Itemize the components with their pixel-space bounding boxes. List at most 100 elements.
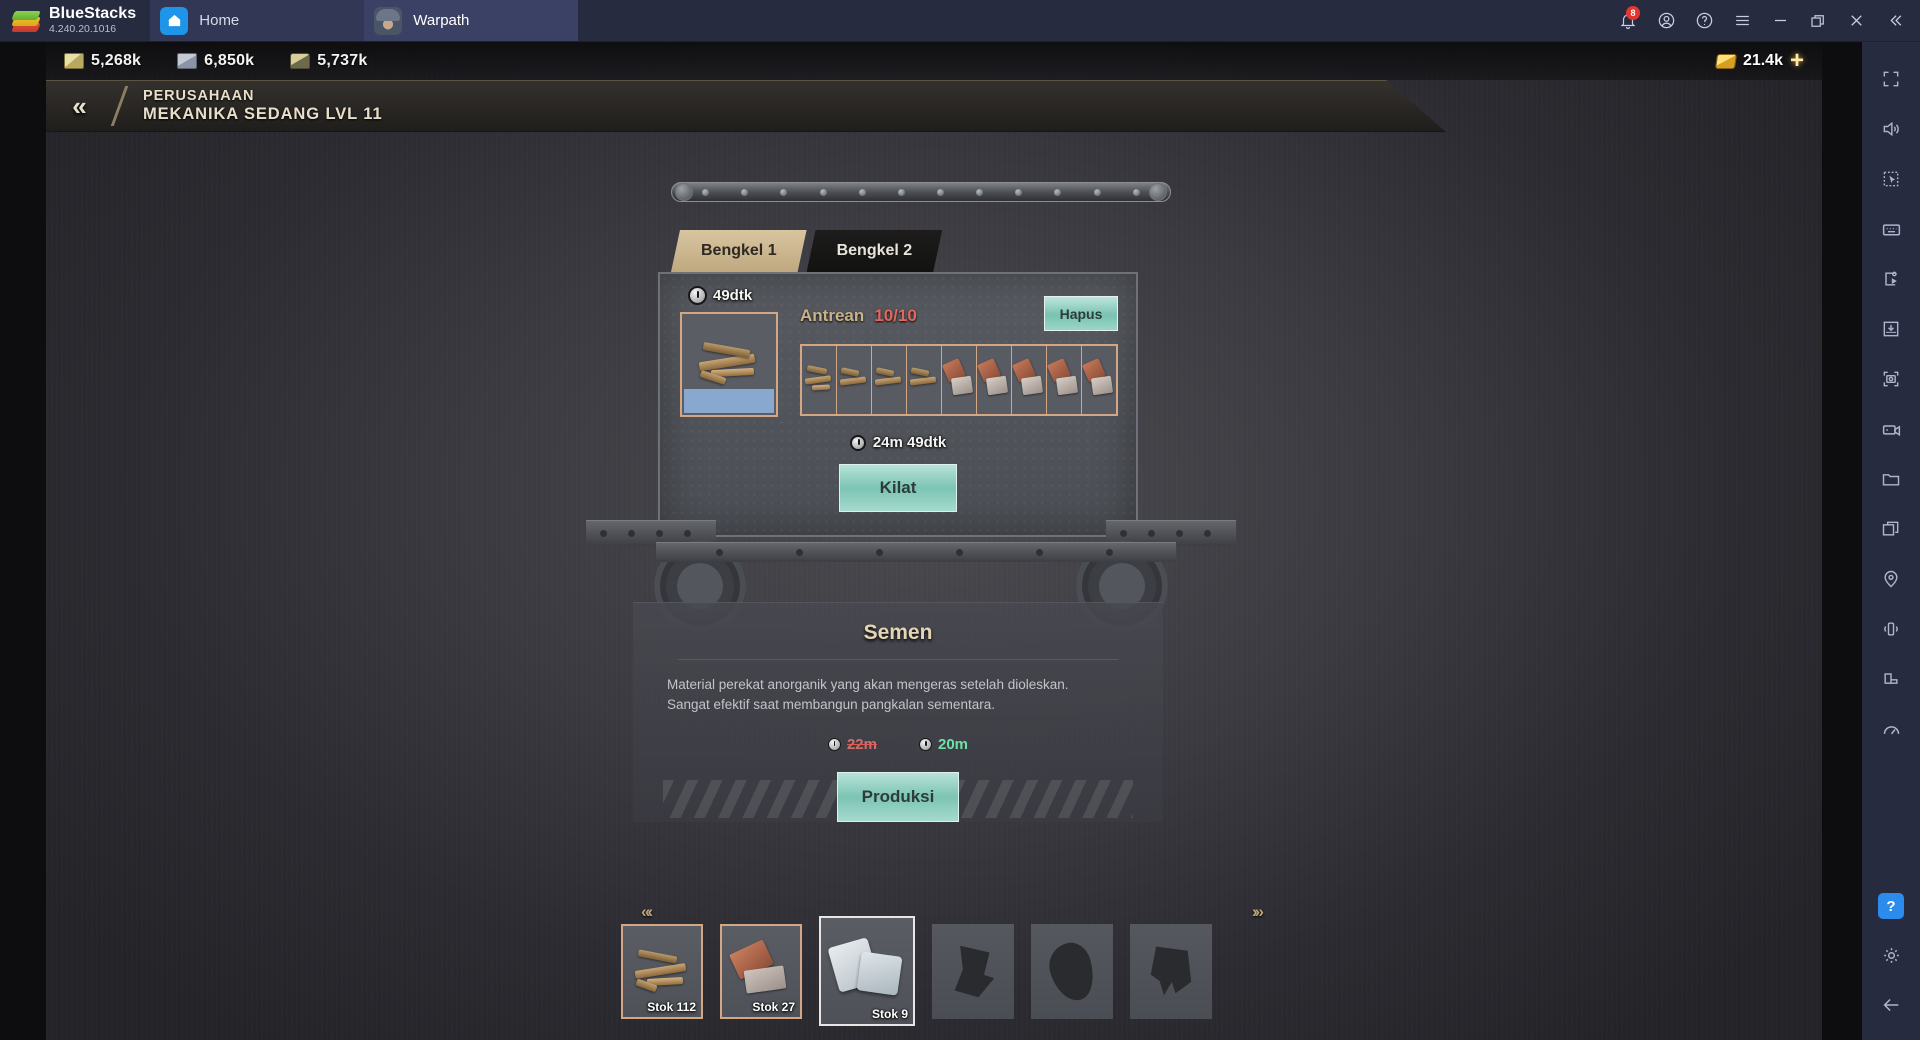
carousel-item-cement[interactable]: Stok 9 bbox=[819, 916, 915, 1026]
screenshot-icon[interactable] bbox=[1869, 354, 1913, 404]
volume-icon[interactable] bbox=[1869, 104, 1913, 154]
carousel-prev-button[interactable]: «‹ bbox=[641, 902, 653, 922]
shake-icon[interactable] bbox=[1869, 604, 1913, 654]
account-icon[interactable] bbox=[1648, 0, 1684, 42]
queue-slot[interactable] bbox=[942, 346, 977, 414]
record-video-icon[interactable] bbox=[1869, 404, 1913, 454]
queue-slot[interactable] bbox=[1012, 346, 1047, 414]
speedup-button[interactable]: Kilat bbox=[839, 464, 957, 512]
performance-icon[interactable] bbox=[1869, 704, 1913, 754]
carousel-item-locked-2[interactable] bbox=[1031, 924, 1113, 1019]
bluestacks-logo-icon bbox=[11, 8, 41, 34]
keyboard-controls-icon[interactable] bbox=[1869, 204, 1913, 254]
oil-icon bbox=[290, 53, 311, 69]
bluestacks-sidebar: ? bbox=[1862, 42, 1920, 1040]
tab-home-label: Home bbox=[199, 12, 240, 29]
tab-home[interactable]: Home bbox=[150, 0, 365, 41]
back-button[interactable]: « bbox=[46, 91, 110, 122]
total-time-row: 24m 49dtk bbox=[660, 434, 1136, 451]
resource-bar: 5,268k 6,850k 5,737k 21.4k + bbox=[46, 42, 1822, 80]
brand-version: 4.240.20.1016 bbox=[49, 22, 117, 35]
beam-mid-decoration bbox=[656, 542, 1176, 562]
queue-slot[interactable] bbox=[837, 346, 872, 414]
maximize-icon[interactable] bbox=[1800, 0, 1836, 42]
close-icon[interactable] bbox=[1838, 0, 1874, 42]
tab-warpath[interactable]: Warpath bbox=[364, 0, 579, 41]
gold-value: 21.4k bbox=[1742, 52, 1783, 69]
machine-rail-decoration bbox=[671, 182, 1171, 202]
reduced-time-value: 20m bbox=[938, 736, 969, 754]
resource-oil-value: 5,737k bbox=[317, 52, 368, 69]
original-time-value: 22m bbox=[846, 736, 877, 754]
queue-slot[interactable] bbox=[1082, 346, 1116, 414]
item-detail-panel: Semen Material perekat anorganik yang ak… bbox=[633, 602, 1163, 822]
tab-bengkel-1[interactable]: Bengkel 1 bbox=[671, 230, 807, 272]
back-arrow-icon[interactable] bbox=[1869, 980, 1913, 1030]
bluestacks-brand: BlueStacks 4.240.20.1016 bbox=[0, 0, 150, 41]
add-gold-button[interactable]: + bbox=[1790, 49, 1804, 73]
help-icon[interactable] bbox=[1686, 0, 1722, 42]
game-viewport: 5,268k 6,850k 5,737k 21.4k + « PERUSAHAA… bbox=[46, 42, 1822, 1040]
clock-icon bbox=[688, 286, 707, 305]
carousel-item-brick[interactable]: Stok 27 bbox=[720, 924, 802, 1019]
bluestacks-titlebar: BlueStacks 4.240.20.1016 Home Warpath 8 bbox=[0, 0, 1920, 42]
current-production-slot[interactable] bbox=[680, 312, 778, 417]
queue-slot[interactable] bbox=[1047, 346, 1082, 414]
minimize-icon[interactable] bbox=[1762, 0, 1798, 42]
settings-gear-icon[interactable] bbox=[1869, 930, 1913, 980]
steel-icon bbox=[177, 53, 198, 69]
total-timer-value: 24m 49dtk bbox=[872, 434, 947, 451]
page-title: MEKANIKA SEDANG LVL 11 bbox=[143, 104, 383, 123]
queue-slot[interactable] bbox=[907, 346, 942, 414]
clear-queue-button[interactable]: Hapus bbox=[1044, 296, 1118, 331]
notification-badge: 8 bbox=[1626, 5, 1640, 20]
brand-name: BlueStacks bbox=[49, 5, 137, 23]
location-icon[interactable] bbox=[1869, 554, 1913, 604]
reduced-time: 20m bbox=[919, 736, 968, 753]
resource-steel[interactable]: 6,850k bbox=[177, 52, 254, 70]
multi-instance-icon[interactable] bbox=[1869, 504, 1913, 554]
queue-slot[interactable] bbox=[977, 346, 1012, 414]
collapse-icon[interactable] bbox=[1876, 0, 1912, 42]
cash-icon bbox=[64, 53, 84, 69]
locked-silhouette-icon bbox=[932, 924, 1014, 1019]
carousel-item-locked-1[interactable] bbox=[932, 924, 1014, 1019]
current-item-timer: 49dtk bbox=[688, 286, 752, 305]
item-description-line-1: Material perekat anorganik yang akan men… bbox=[667, 677, 1069, 692]
workshop-tabs: Bengkel 1 Bengkel 2 bbox=[671, 230, 942, 272]
page-header: « PERUSAHAAN MEKANIKA SEDANG LVL 11 bbox=[46, 80, 1822, 132]
item-carousel: «‹ ›» Stok 112 Stok 27 Stok 9 bbox=[621, 902, 1281, 1039]
queue-count: 10/10 bbox=[874, 306, 917, 325]
locked-silhouette-icon bbox=[1130, 924, 1212, 1019]
queue-slot[interactable] bbox=[802, 346, 837, 414]
locked-silhouette-icon bbox=[1031, 924, 1113, 1019]
queue-slot[interactable] bbox=[872, 346, 907, 414]
carousel-item-locked-3[interactable] bbox=[1130, 924, 1212, 1019]
install-apk-icon[interactable] bbox=[1869, 304, 1913, 354]
item-description-line-2: Sangat efektif saat membangun pangkalan … bbox=[667, 697, 995, 713]
carousel-next-button[interactable]: ›» bbox=[1252, 902, 1264, 922]
game-avatar-icon bbox=[374, 6, 403, 35]
queue-header: Antrean 10/10 bbox=[800, 306, 917, 326]
craft-time-row: 22m 20m bbox=[633, 736, 1163, 753]
script-play-icon[interactable] bbox=[1869, 254, 1913, 304]
resource-cash[interactable]: 5,268k bbox=[64, 52, 141, 70]
original-time: 22m bbox=[827, 736, 877, 754]
resource-oil[interactable]: 5,737k bbox=[290, 52, 367, 70]
production-queue bbox=[800, 344, 1118, 416]
produce-button[interactable]: Produksi bbox=[837, 772, 959, 822]
tab-bengkel-2[interactable]: Bengkel 2 bbox=[807, 230, 943, 272]
queue-label: Antrean bbox=[800, 306, 865, 325]
gold-counter[interactable]: 21.4k + bbox=[1714, 49, 1804, 73]
fullscreen-icon[interactable] bbox=[1869, 54, 1913, 104]
menu-icon[interactable] bbox=[1724, 0, 1760, 42]
breadcrumb: PERUSAHAAN bbox=[143, 87, 255, 104]
carousel-item-wood[interactable]: Stok 112 bbox=[621, 924, 703, 1019]
help-icon[interactable]: ? bbox=[1878, 893, 1904, 919]
bell-icon[interactable]: 8 bbox=[1610, 0, 1646, 42]
clock-icon bbox=[849, 434, 866, 451]
media-folder-icon[interactable] bbox=[1869, 454, 1913, 504]
macro-cursor-icon[interactable] bbox=[1869, 154, 1913, 204]
resource-steel-value: 6,850k bbox=[204, 52, 255, 69]
rotate-icon[interactable] bbox=[1869, 654, 1913, 704]
